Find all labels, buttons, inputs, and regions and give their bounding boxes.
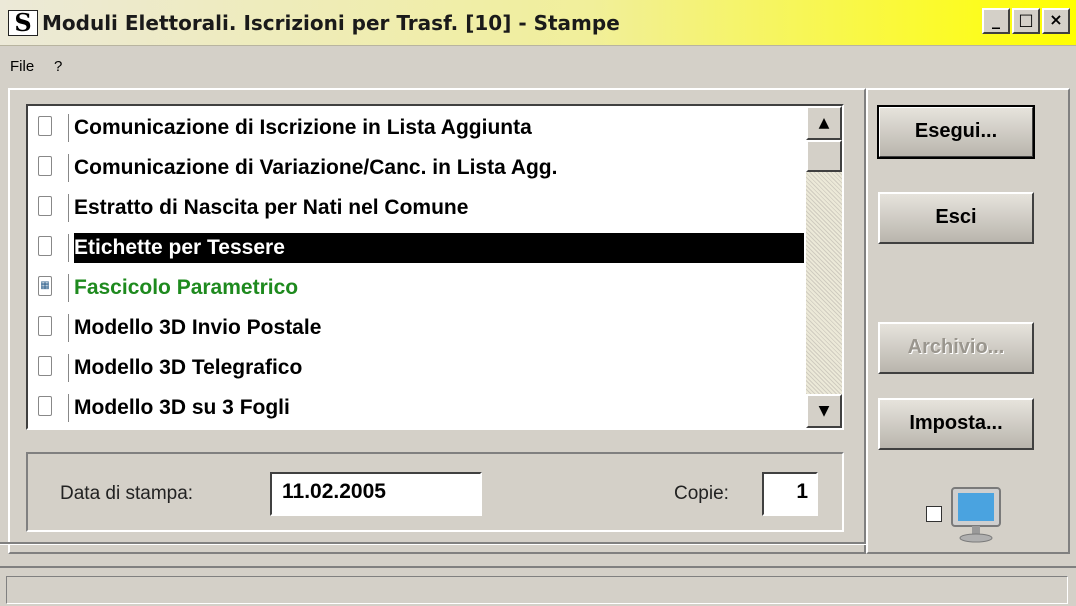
menu-file[interactable]: File [10, 58, 34, 76]
print-window: S Moduli Elettorali. Iscrizioni per Tras… [0, 0, 1076, 606]
print-date-label: Data di stampa: [60, 483, 194, 504]
document-checkbox-icon[interactable] [38, 236, 52, 256]
document-checkbox-icon[interactable] [38, 356, 52, 376]
maximize-button[interactable]: □ [1012, 8, 1040, 34]
row-divider [68, 194, 69, 222]
title-bar[interactable]: S Moduli Elettorali. Iscrizioni per Tras… [0, 0, 1076, 46]
setup-button[interactable]: Imposta... [878, 398, 1034, 450]
list-item-label: Modello 3D Invio Postale [74, 316, 322, 339]
status-bar [0, 566, 1076, 606]
divider-highlight [0, 544, 868, 545]
list-item-label: Modello 3D Telegrafico [74, 356, 303, 379]
document-checkbox-icon[interactable] [38, 196, 52, 216]
document-checkbox-icon[interactable] [38, 316, 52, 336]
list-item-label: Etichette per Tessere [74, 233, 804, 263]
list-item-selected[interactable]: Etichette per Tessere [28, 228, 804, 268]
list-item[interactable]: Modello 3D Telegrafico [28, 348, 804, 388]
list-item[interactable]: Modello 3D Invio Postale [28, 308, 804, 348]
window-title: Moduli Elettorali. Iscrizioni per Trasf.… [42, 11, 620, 35]
app-icon: S [8, 10, 38, 36]
close-button[interactable]: × [1042, 8, 1070, 34]
list-item-label: Estratto di Nascita per Nati nel Comune [74, 196, 469, 219]
scroll-up-button[interactable]: ▲ [806, 106, 842, 140]
exit-button[interactable]: Esci [878, 192, 1034, 244]
status-field [6, 576, 1068, 604]
document-checkbox-icon[interactable] [38, 116, 52, 136]
execute-button[interactable]: Esegui... [877, 105, 1035, 159]
print-date-field[interactable]: 11.02.2005 [270, 472, 482, 516]
archive-button[interactable]: Archivio... [878, 322, 1034, 374]
row-divider [68, 354, 69, 382]
preview-checkbox[interactable] [926, 506, 942, 522]
row-divider [68, 394, 69, 422]
list-item-label: Comunicazione di Iscrizione in Lista Agg… [74, 116, 532, 139]
list-scrollbar[interactable]: ▲ ▼ [806, 106, 842, 428]
row-divider [68, 274, 69, 302]
menu-bar: File ? [0, 46, 1076, 86]
row-divider [68, 114, 69, 142]
scroll-thumb[interactable] [806, 140, 842, 172]
scroll-down-button[interactable]: ▼ [806, 394, 842, 428]
monitor-icon [951, 487, 1001, 543]
minimize-button[interactable]: _ [982, 8, 1010, 34]
list-item[interactable]: Estratto di Nascita per Nati nel Comune [28, 188, 804, 228]
param-doc-icon[interactable]: ▦ [38, 276, 52, 296]
list-item-label: Fascicolo Parametrico [74, 276, 299, 299]
document-checkbox-icon[interactable] [38, 396, 52, 416]
menu-help[interactable]: ? [54, 58, 62, 76]
row-divider [68, 154, 69, 182]
document-checkbox-icon[interactable] [38, 156, 52, 176]
list-item[interactable]: Comunicazione di Variazione/Canc. in Lis… [28, 148, 804, 188]
list-item[interactable]: Modello 3D su 3 Fogli [28, 388, 804, 428]
list-item-label: Comunicazione di Variazione/Canc. in Lis… [74, 156, 558, 179]
row-divider [68, 314, 69, 342]
report-list[interactable]: Comunicazione di Iscrizione in Lista Agg… [26, 104, 844, 430]
list-item[interactable]: Comunicazione di Iscrizione in Lista Agg… [28, 108, 804, 148]
list-item-parametric[interactable]: ▦ Fascicolo Parametrico [28, 268, 804, 308]
row-divider [68, 234, 69, 262]
copies-field[interactable]: 1 [762, 472, 818, 516]
copies-label: Copie: [674, 483, 729, 504]
list-item-label: Modello 3D su 3 Fogli [74, 396, 290, 419]
